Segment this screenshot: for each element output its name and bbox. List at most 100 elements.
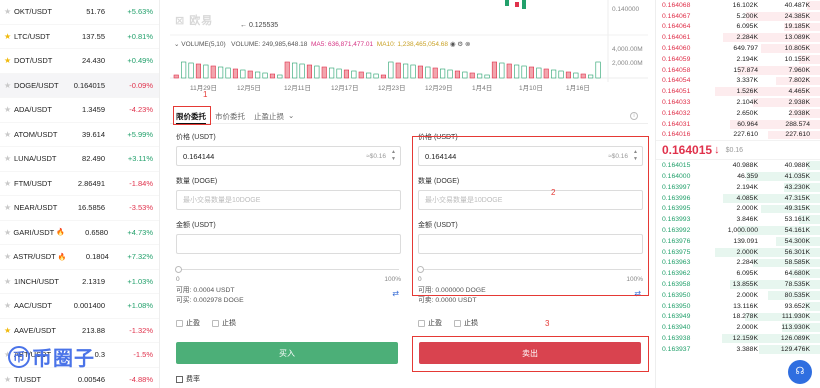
star-icon[interactable]: ★ [4, 228, 13, 237]
star-icon[interactable]: ★ [4, 252, 13, 261]
bid-row[interactable]: 0.163949 18.278K 111.930K [656, 312, 820, 323]
bid-row[interactable]: 0.163937 3.388K 129.476K [656, 344, 820, 355]
stepper-icon[interactable]: ▲ ▼ [390, 149, 397, 163]
info-icon[interactable]: i [630, 112, 638, 120]
ask-row[interactable]: 0.164061 2.284K 13.089K [656, 32, 820, 43]
take-profit-checkbox[interactable]: 止盈 [418, 318, 442, 328]
star-icon[interactable]: ★ [4, 301, 14, 310]
market-row[interactable]: ★ AAVE/USDT 213.88 -1.32% [0, 319, 159, 343]
market-row[interactable]: ★ NEAR/USDT 16.5856 -3.53% [0, 196, 159, 221]
order-total: 126.089K [780, 335, 810, 342]
bid-row[interactable]: 0.163993 3.846K 53.161K [656, 214, 820, 225]
ask-row[interactable]: 0.164068 16.102K 40.487K [656, 0, 820, 11]
kline-chart[interactable]: ⊠ 欧易 ← 0.125535 ⌄ VOLUME(5,10) VOLUME: 2… [170, 0, 648, 94]
star-icon[interactable]: ★ [4, 375, 14, 384]
pair-name: GARI/USDT [13, 227, 55, 237]
ask-row[interactable]: 0.164067 5.200K 24.385K [656, 11, 820, 22]
ask-row[interactable]: 0.164032 2.650K 2.938K [656, 108, 820, 119]
order-price: 0.163976 [662, 237, 691, 245]
ask-row[interactable]: 0.164033 2.104K 2.938K [656, 97, 820, 108]
market-row[interactable]: ★ DOGE/USDT 0.164015 -0.09% [0, 73, 159, 98]
market-row[interactable]: ★ ADA/USDT 1.3459 -4.23% [0, 98, 159, 123]
order-total: 7.960K [788, 66, 810, 74]
market-row[interactable]: ★ LTC/USDT 137.55 +0.81% [0, 25, 159, 49]
bid-row[interactable]: 0.163997 2.194K 43.230K [656, 182, 820, 193]
ask-row[interactable]: 0.164059 2.194K 10.155K [656, 54, 820, 65]
star-icon[interactable]: ★ [4, 203, 14, 212]
market-row[interactable]: ★ ATOM/USDT 39.614 +5.99% [0, 123, 159, 147]
bid-row[interactable]: 0.163975 2.000K 56.301K [656, 247, 820, 258]
star-icon[interactable]: ★ [4, 130, 14, 139]
star-icon[interactable]: ★ [4, 7, 14, 16]
order-total: 2.938K [788, 109, 810, 117]
star-icon[interactable]: ★ [4, 105, 14, 114]
settings-icon[interactable]: ⚙ [457, 41, 463, 48]
pair-name: ATOM/USDT [14, 129, 58, 139]
buy-amount-input[interactable] [176, 234, 401, 254]
transfer-icon[interactable]: ⇄ [392, 289, 399, 299]
stop-loss-checkbox[interactable]: 止损 [212, 318, 236, 328]
star-icon[interactable]: ★ [4, 179, 14, 188]
bid-row[interactable]: 0.163963 2.284K 58.585K [656, 258, 820, 269]
ask-row[interactable]: 0.164058 157.874 7.960K [656, 65, 820, 76]
market-row[interactable]: ★ FTM/USDT 2.86491 -1.84% [0, 172, 159, 196]
ask-row[interactable]: 0.164064 6.095K 19.185K [656, 22, 820, 33]
chevron-down-icon[interactable]: ⌄ [288, 111, 294, 120]
order-total: 47.315K [784, 194, 810, 202]
market-row[interactable]: ★ LUNA/USDT 82.490 +3.11% [0, 147, 159, 172]
market-row[interactable]: ★ 1INCH/USDT 2.1319 +1.03% [0, 270, 159, 294]
star-icon[interactable]: ★ [4, 154, 14, 163]
sell-button[interactable]: 卖出 [419, 342, 641, 364]
take-profit-checkbox[interactable]: 止盈 [176, 318, 200, 328]
eye-icon[interactable]: ◉ [450, 41, 456, 48]
bid-row[interactable]: 0.163950 13.116K 93.652K [656, 301, 820, 312]
order-total: 111.930K [781, 313, 810, 321]
order-total: 19.185K [784, 23, 810, 31]
market-row[interactable]: ★ OKT/USDT 51.76 +5.63% [0, 0, 159, 25]
fee-rate-link[interactable]: 费率 [176, 374, 200, 384]
bid-row[interactable]: 0.163996 4.085K 47.315K [656, 193, 820, 204]
bid-row[interactable]: 0.163938 12.159K 126.089K [656, 333, 820, 344]
bid-row[interactable]: 0.164015 40.988K 40.988K [656, 160, 820, 171]
ask-row[interactable]: 0.164016 227.610 227.610 [656, 130, 820, 141]
volume-bar [491, 61, 498, 79]
ask-row[interactable]: 0.164054 3.337K 7.802K [656, 76, 820, 87]
tab-market-order[interactable]: 市价委托 [215, 111, 245, 122]
ask-row[interactable]: 0.164051 1.526K 4.465K [656, 86, 820, 97]
star-icon[interactable]: ★ [4, 326, 14, 335]
buy-percent-slider[interactable] [175, 264, 399, 276]
bid-row[interactable]: 0.163962 6.095K 64.680K [656, 268, 820, 279]
bid-row[interactable]: 0.163950 2.000K 80.535K [656, 290, 820, 301]
market-row[interactable]: ★ GARI/USDT 🔥 0.6580 +4.73% [0, 221, 159, 245]
ask-row[interactable]: 0.164060 649.797 10.805K [656, 43, 820, 54]
bid-row[interactable]: 0.163940 2.000K 113.930K [656, 322, 820, 333]
star-icon[interactable]: ★ [4, 277, 14, 286]
bid-row[interactable]: 0.163992 1,000.000 54.161K [656, 225, 820, 236]
bid-row[interactable]: 0.163958 13.855K 78.535K [656, 279, 820, 290]
bid-row[interactable]: 0.163995 2.000K 49.315K [656, 204, 820, 215]
order-total: 4.465K [788, 88, 810, 96]
star-icon[interactable]: ★ [4, 56, 14, 65]
volume-bar [380, 74, 386, 79]
buy-button[interactable]: 买入 [176, 342, 398, 364]
volume-bar [536, 67, 542, 79]
buy-price-input[interactable]: 0.164144 ≈$0.16 ▲ ▼ [176, 146, 401, 166]
star-icon[interactable]: ★ [4, 32, 14, 41]
buy-qty-input[interactable]: 最小交易数量是10DOGE [176, 190, 401, 210]
volume-bar [195, 63, 202, 79]
pair-change: -4.88% [129, 374, 153, 384]
market-row[interactable]: ★ ASTR/USDT 🔥 0.1804 +7.32% [0, 245, 159, 270]
stop-loss-checkbox[interactable]: 止损 [454, 318, 478, 328]
tab-stop-order[interactable]: 止盈止损 [254, 111, 284, 122]
star-icon[interactable]: ★ [4, 81, 14, 90]
slider-handle[interactable] [175, 266, 182, 273]
market-row[interactable]: ★ AAC/USDT 0.001400 +1.08% [0, 294, 159, 319]
pair-change: -1.5% [133, 350, 153, 360]
bid-row[interactable]: 0.164000 46.359 41.035K [656, 171, 820, 182]
headset-icon[interactable]: ☊ [788, 360, 812, 384]
close-icon[interactable]: ⊗ [465, 41, 470, 48]
bid-row[interactable]: 0.163976 139.091 54.300K [656, 236, 820, 247]
market-row[interactable]: ★ DOT/USDT 24.430 +0.49% [0, 49, 159, 74]
ask-row[interactable]: 0.164031 60.964 288.574 [656, 119, 820, 130]
order-price: 0.163950 [662, 302, 691, 310]
